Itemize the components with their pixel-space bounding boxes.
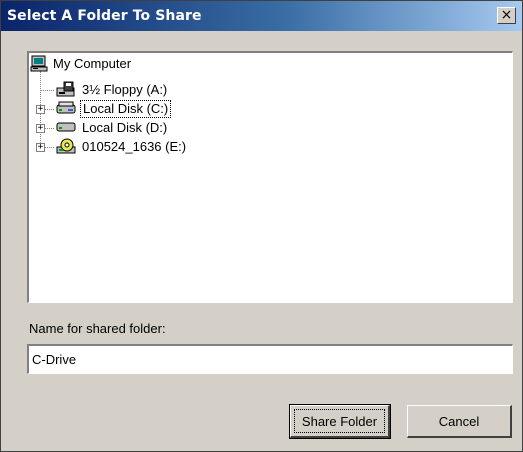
share-folder-button[interactable]: Share Folder <box>289 404 391 439</box>
tree-node-label: Local Disk (D:) <box>82 120 168 135</box>
tree-node-label: 3½ Floppy (A:) <box>82 82 168 97</box>
expand-button[interactable]: + <box>36 143 45 152</box>
share-folder-button-label: Share Folder <box>294 409 385 433</box>
close-icon: × <box>500 7 513 23</box>
expand-button[interactable]: + <box>36 124 45 133</box>
cancel-button[interactable]: Cancel <box>407 405 512 438</box>
close-button[interactable]: × <box>497 7 516 24</box>
share-folder-dialog: Select A Folder To Share × My Computer 3… <box>0 0 523 452</box>
tree-node-local-disk-d[interactable]: + Local Disk (D:) <box>29 119 229 137</box>
tree-node-my-computer[interactable]: My Computer <box>29 55 229 73</box>
cancel-button-label: Cancel <box>438 413 480 429</box>
tree-node-local-disk-c[interactable]: + Local Disk (C:) <box>29 100 229 118</box>
shared-folder-name-input[interactable] <box>27 344 513 374</box>
floppy-drive-icon <box>56 81 75 97</box>
tree-node-label: Local Disk (C:) <box>80 100 172 118</box>
shared-folder-name-label: Name for shared folder: <box>29 321 166 336</box>
expand-button[interactable]: + <box>36 105 45 114</box>
folder-tree[interactable]: My Computer 3½ Floppy (A:) + Local Disk … <box>27 51 513 303</box>
tree-node-cd-e[interactable]: + 010524_1636 (E:) <box>29 138 249 156</box>
cd-drive-icon <box>56 138 76 154</box>
hard-disk-icon <box>56 122 76 132</box>
title-bar[interactable]: Select A Folder To Share × <box>1 1 522 31</box>
hard-disk-icon <box>56 101 76 114</box>
computer-icon <box>30 55 48 72</box>
tree-node-label: My Computer <box>53 56 132 71</box>
dialog-title: Select A Folder To Share <box>7 8 202 24</box>
tree-node-label: 010524_1636 (E:) <box>82 139 187 154</box>
tree-node-floppy-a[interactable]: 3½ Floppy (A:) <box>29 81 229 99</box>
